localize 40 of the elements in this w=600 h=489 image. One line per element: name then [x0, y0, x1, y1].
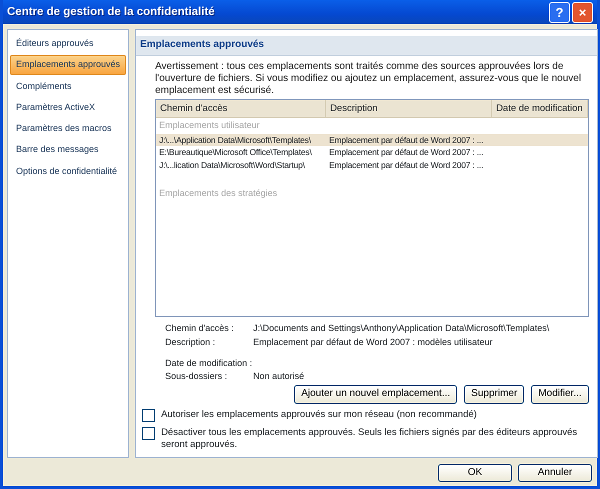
group-label: Emplacements utilisateur [158, 119, 261, 132]
description-text: Emplacement par défaut de Word 2007 : ... [328, 134, 484, 146]
detail-label: Sous-dossiers : [165, 371, 228, 382]
section-title: Emplacements approuvés [136, 36, 597, 56]
help-button[interactable]: ? [549, 2, 570, 22]
column-header[interactable]: Description [326, 100, 492, 118]
path-text: J:\...\Application Data\Microsoft\Templates\ [158, 134, 312, 146]
warning-text: Avertissement : tous ces emplacements sont traités comme des sources approuvées lors de l'ouverture de fichiers. Si vous modifiez ou ajoutez un emplacement, assurez-vous que le nouvel emplacement est sécurisé. [155, 60, 582, 96]
action-button[interactable]: Modifier... [531, 385, 589, 404]
detail-value: Non autorisé [253, 371, 306, 382]
ok-button[interactable]: OK [438, 464, 512, 482]
cancel-button[interactable]: Annuler [518, 464, 592, 482]
detail-label: Chemin d'accès : [165, 323, 235, 334]
detail-label: Date de modification : [165, 358, 254, 369]
list-row[interactable]: E:\Bureautique\Microsoft Office\Templates\ Emplacement par défaut de Word 2007 : ... [156, 146, 588, 159]
description-text: Emplacement par défaut de Word 2007 : ... [328, 146, 484, 159]
sidebar-item[interactable]: Compléments [10, 76, 126, 96]
action-button[interactable]: Ajouter un nouvel emplacement... [294, 385, 458, 404]
sidebar-item[interactable]: Paramètres ActiveX [10, 98, 126, 117]
window-title: Centre de gestion de la confidentialité [7, 4, 216, 20]
sidebar-item[interactable]: Emplacements approuvés [10, 55, 126, 74]
column-header[interactable]: Date de modification [492, 100, 588, 118]
list-row[interactable]: J:\...lication Data\Microsoft\Word\Startup\ Emplacement par défaut de Word 2007 : ... [156, 158, 588, 172]
path-text: E:\Bureautique\Microsoft Office\Templates\ [158, 146, 313, 159]
checkbox-label: Désactiver tous les emplacements approuvés. Seuls les fichiers signés par des éditeurs approuvés seront approuvés. [161, 426, 578, 450]
path-text: J:\...lication Data\Microsoft\Word\Startup\ [158, 158, 306, 172]
list-row[interactable]: J:\...\Application Data\Microsoft\Templates\ Emplacement par défaut de Word 2007 : ... [156, 134, 588, 146]
column-header[interactable]: Chemin d'accès [156, 100, 326, 118]
group-label: Emplacements des stratégies [158, 186, 278, 200]
detail-label: Description : [165, 336, 216, 348]
close-button[interactable]: × [572, 2, 593, 22]
sidebar-item[interactable]: Paramètres des macros [10, 119, 126, 138]
detail-value: J:\Documents and Settings\Anthony\Application Data\Microsoft\Templates\ [253, 323, 550, 334]
sidebar-item[interactable]: Éditeurs approuvés [10, 34, 126, 54]
sidebar-item[interactable]: Options de confidentialité [10, 162, 126, 181]
checkbox-label: Autoriser les emplacements approuvés sur mon réseau (non recommandé) [161, 408, 477, 421]
detail-value: Emplacement par défaut de Word 2007 : modèles utilisateur [253, 336, 494, 348]
description-text: Emplacement par défaut de Word 2007 : ... [328, 158, 484, 172]
action-button[interactable]: Supprimer [464, 385, 524, 404]
sidebar-item[interactable]: Barre des messages [10, 140, 126, 160]
